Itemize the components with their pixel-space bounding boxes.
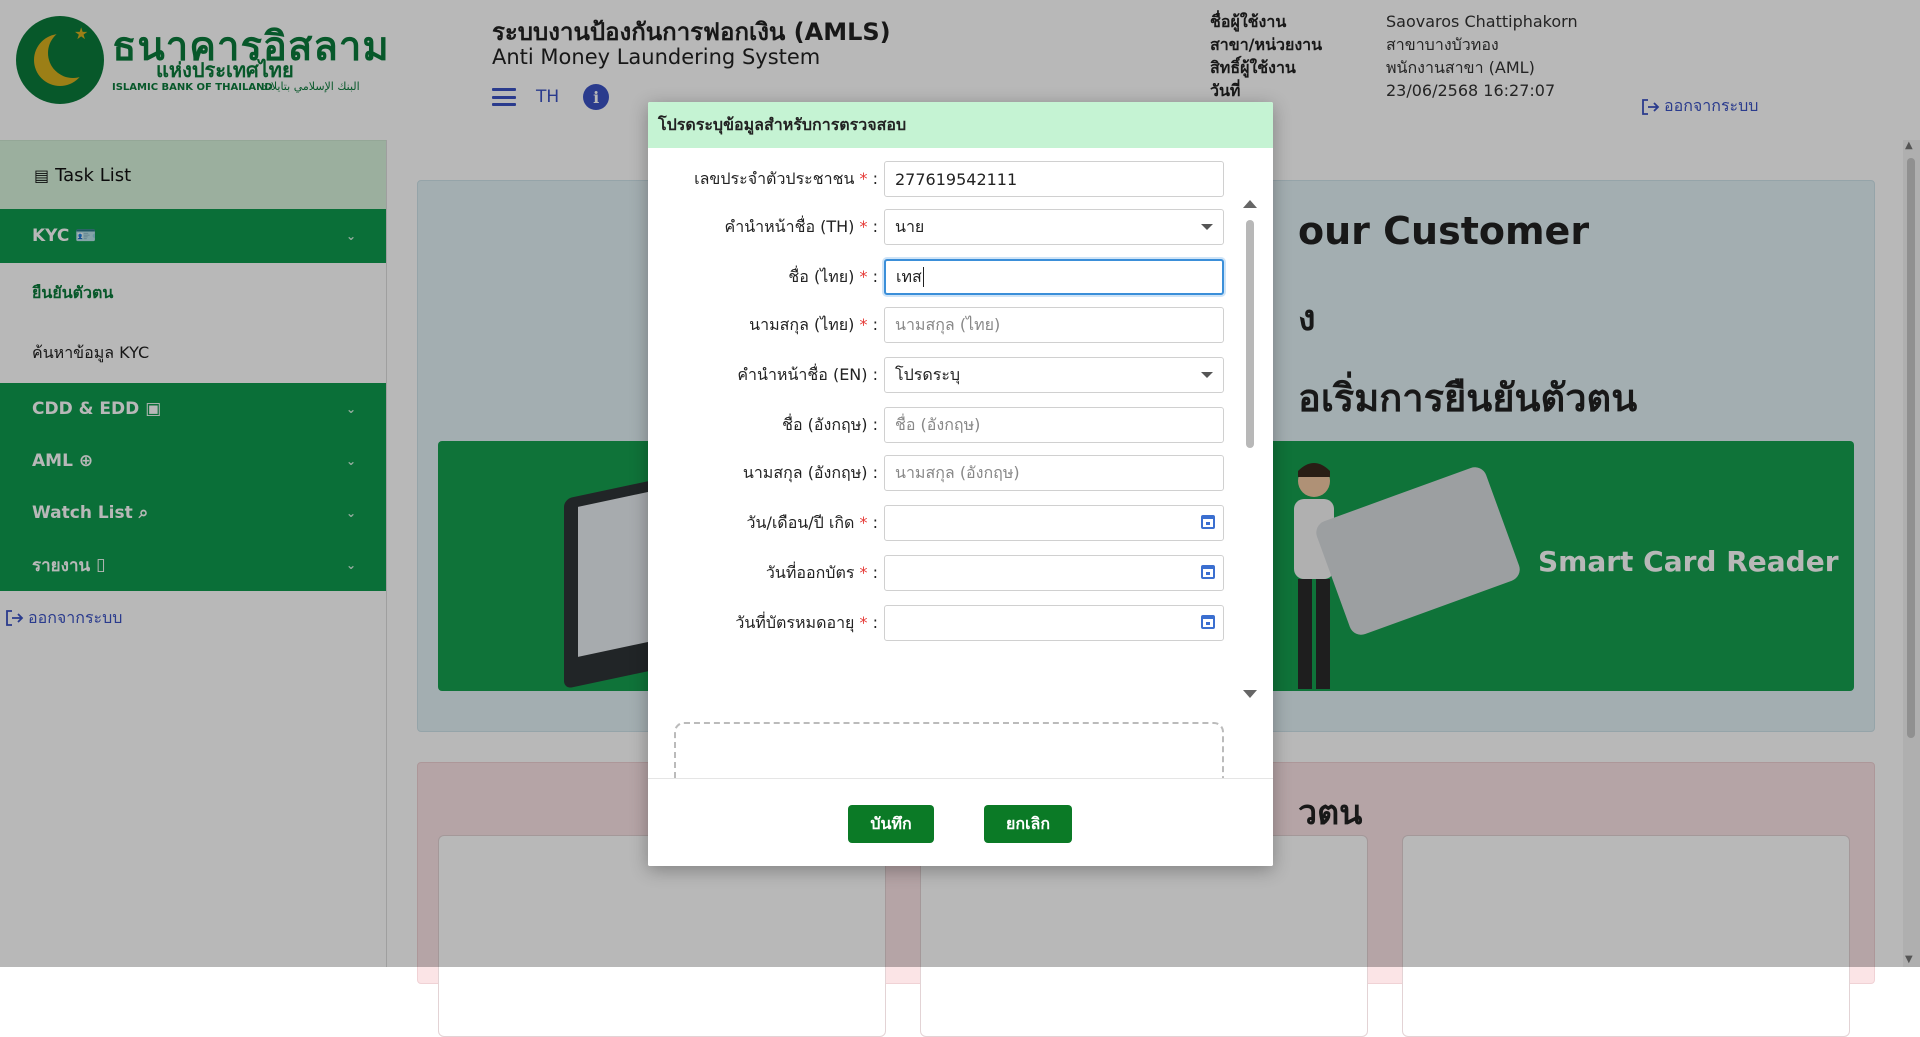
firstname-th-value: เทส [896, 266, 922, 286]
field-row-title-th: คำนำหน้าชื่อ (TH) * : นาย [648, 208, 1253, 246]
lastname-en-input[interactable]: นามสกุล (อังกฤษ) [884, 455, 1224, 491]
calendar-icon[interactable] [1201, 515, 1215, 529]
modal-footer: บันทึก ยกเลิก [648, 778, 1273, 866]
upload-dropzone[interactable] [674, 722, 1224, 778]
firstname-th-label: ชื่อ (ไทย) * : [788, 266, 878, 286]
field-row-lastname-th: นามสกุล (ไทย) * : นามสกุล (ไทย) [648, 306, 1253, 344]
modal-scroll-thumb[interactable] [1246, 220, 1254, 448]
scroll-up-icon[interactable] [1243, 200, 1257, 208]
firstname-th-input[interactable]: เทส [884, 259, 1224, 295]
issue-date-label: วันที่ออกบัตร * : [765, 562, 878, 582]
field-row-birthdate: วัน/เดือน/ปี เกิด * : [648, 504, 1253, 542]
birthdate-label: วัน/เดือน/ปี เกิด * : [746, 512, 878, 532]
expiry-date-input[interactable] [884, 605, 1224, 641]
save-button[interactable]: บันทึก [848, 805, 934, 843]
field-row-title-en: คำนำหน้าชื่อ (EN) : โปรดระบุ [648, 356, 1253, 394]
modal-scrollbar[interactable] [1243, 200, 1257, 778]
issue-date-input[interactable] [884, 555, 1224, 591]
modal-title: โปรดระบุข้อมูลสำหรับการตรวจสอบ [648, 102, 1273, 148]
field-row-lastname-en: นามสกุล (อังกฤษ) : นามสกุล (อังกฤษ) [648, 454, 1253, 492]
cancel-button[interactable]: ยกเลิก [984, 805, 1072, 843]
firstname-en-label: ชื่อ (อังกฤษ) : [782, 414, 878, 434]
scroll-down-icon[interactable] [1243, 690, 1257, 698]
title-th-select[interactable]: นาย [884, 209, 1224, 245]
field-row-issue-date: วันที่ออกบัตร * : [648, 554, 1253, 592]
title-en-label: คำนำหน้าชื่อ (EN) : [737, 364, 878, 384]
lastname-en-label: นามสกุล (อังกฤษ) : [742, 462, 878, 482]
birthdate-input[interactable] [884, 505, 1224, 541]
field-row-national-id: เลขประจำตัวประชาชน * : 277619542111 [648, 160, 1253, 198]
field-row-firstname-en: ชื่อ (อังกฤษ) : ชื่อ (อังกฤษ) [648, 406, 1253, 444]
expiry-date-label: วันที่บัตรหมดอายุ * : [735, 612, 878, 632]
firstname-en-input[interactable]: ชื่อ (อังกฤษ) [884, 407, 1224, 443]
title-en-select[interactable]: โปรดระบุ [884, 357, 1224, 393]
modal-body: เลขประจำตัวประชาชน * : 277619542111 คำนำ… [648, 148, 1273, 778]
calendar-icon[interactable] [1201, 565, 1215, 579]
title-th-value: นาย [895, 216, 925, 236]
lastname-th-input[interactable]: นามสกุล (ไทย) [884, 307, 1224, 343]
title-en-value: โปรดระบุ [895, 364, 961, 384]
calendar-icon[interactable] [1201, 615, 1215, 629]
text-cursor [922, 267, 924, 287]
lastname-th-label: นามสกุล (ไทย) * : [749, 314, 878, 334]
title-th-label: คำนำหน้าชื่อ (TH) * : [724, 216, 879, 236]
chevron-down-icon [1201, 372, 1213, 378]
verification-modal: โปรดระบุข้อมูลสำหรับการตรวจสอบ เลขประจำต… [648, 102, 1273, 866]
chevron-down-icon [1201, 224, 1213, 230]
field-row-firstname-th: ชื่อ (ไทย) * : เทส [648, 258, 1253, 296]
national-id-input[interactable]: 277619542111 [884, 161, 1224, 197]
national-id-label: เลขประจำตัวประชาชน * : [694, 168, 878, 188]
field-row-expiry-date: วันที่บัตรหมดอายุ * : [648, 604, 1253, 642]
